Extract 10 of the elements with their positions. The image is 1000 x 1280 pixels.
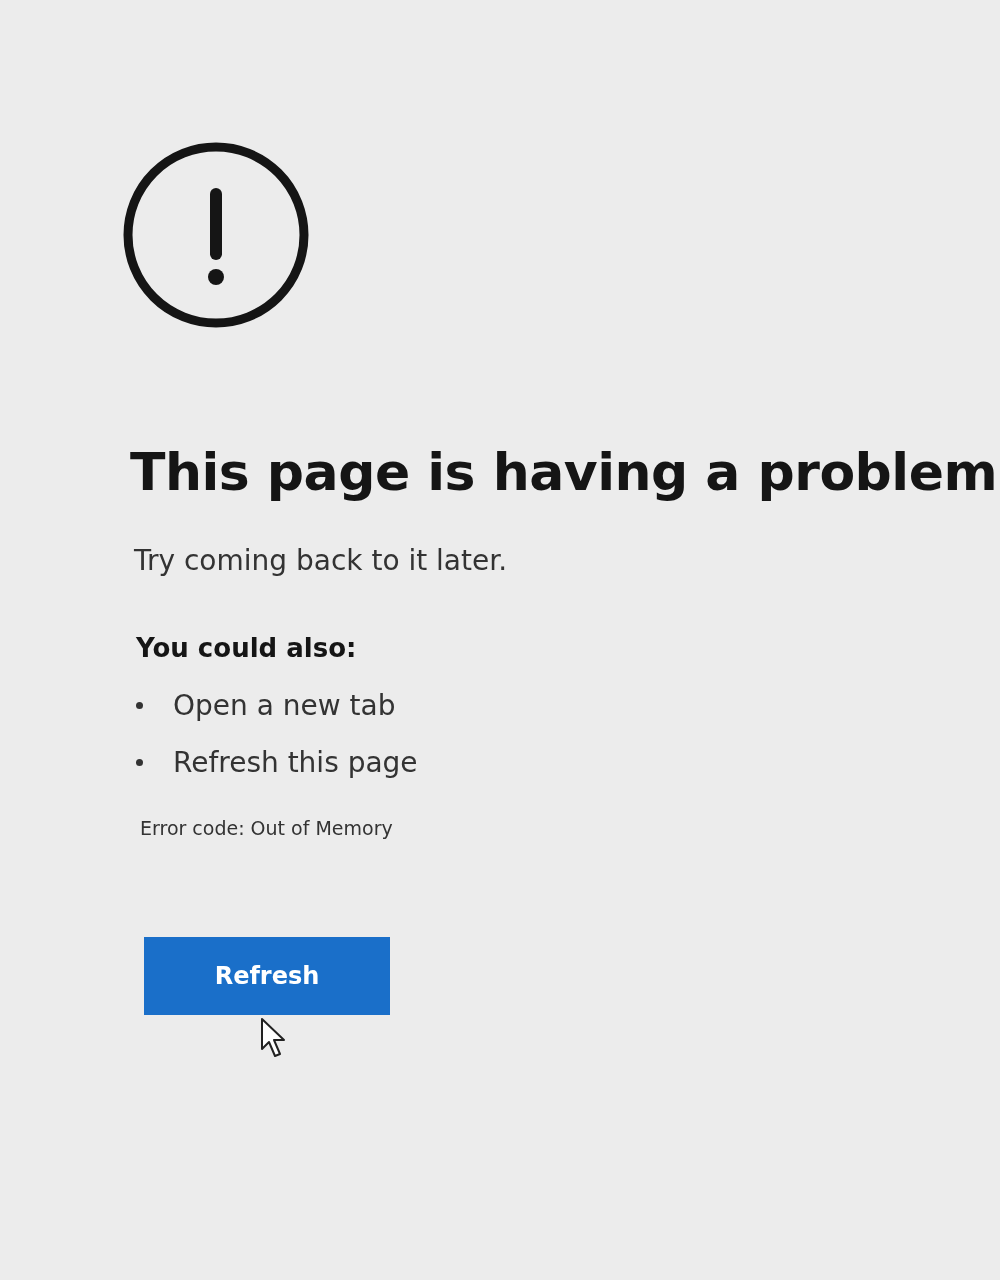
warning-icon xyxy=(122,140,310,330)
error-heading: This page is having a problem xyxy=(130,442,999,502)
error-code: Error code: Out of Memory xyxy=(140,817,394,839)
bullet-icon xyxy=(136,759,143,766)
bullet-icon xyxy=(136,702,143,709)
suggestions-title: You could also: xyxy=(136,633,358,663)
refresh-button[interactable]: Refresh xyxy=(144,937,390,1015)
suggestion-text: Open a new tab xyxy=(173,689,396,722)
suggestion-text: Refresh this page xyxy=(173,746,418,779)
error-message: Try coming back to it later. xyxy=(134,544,509,577)
